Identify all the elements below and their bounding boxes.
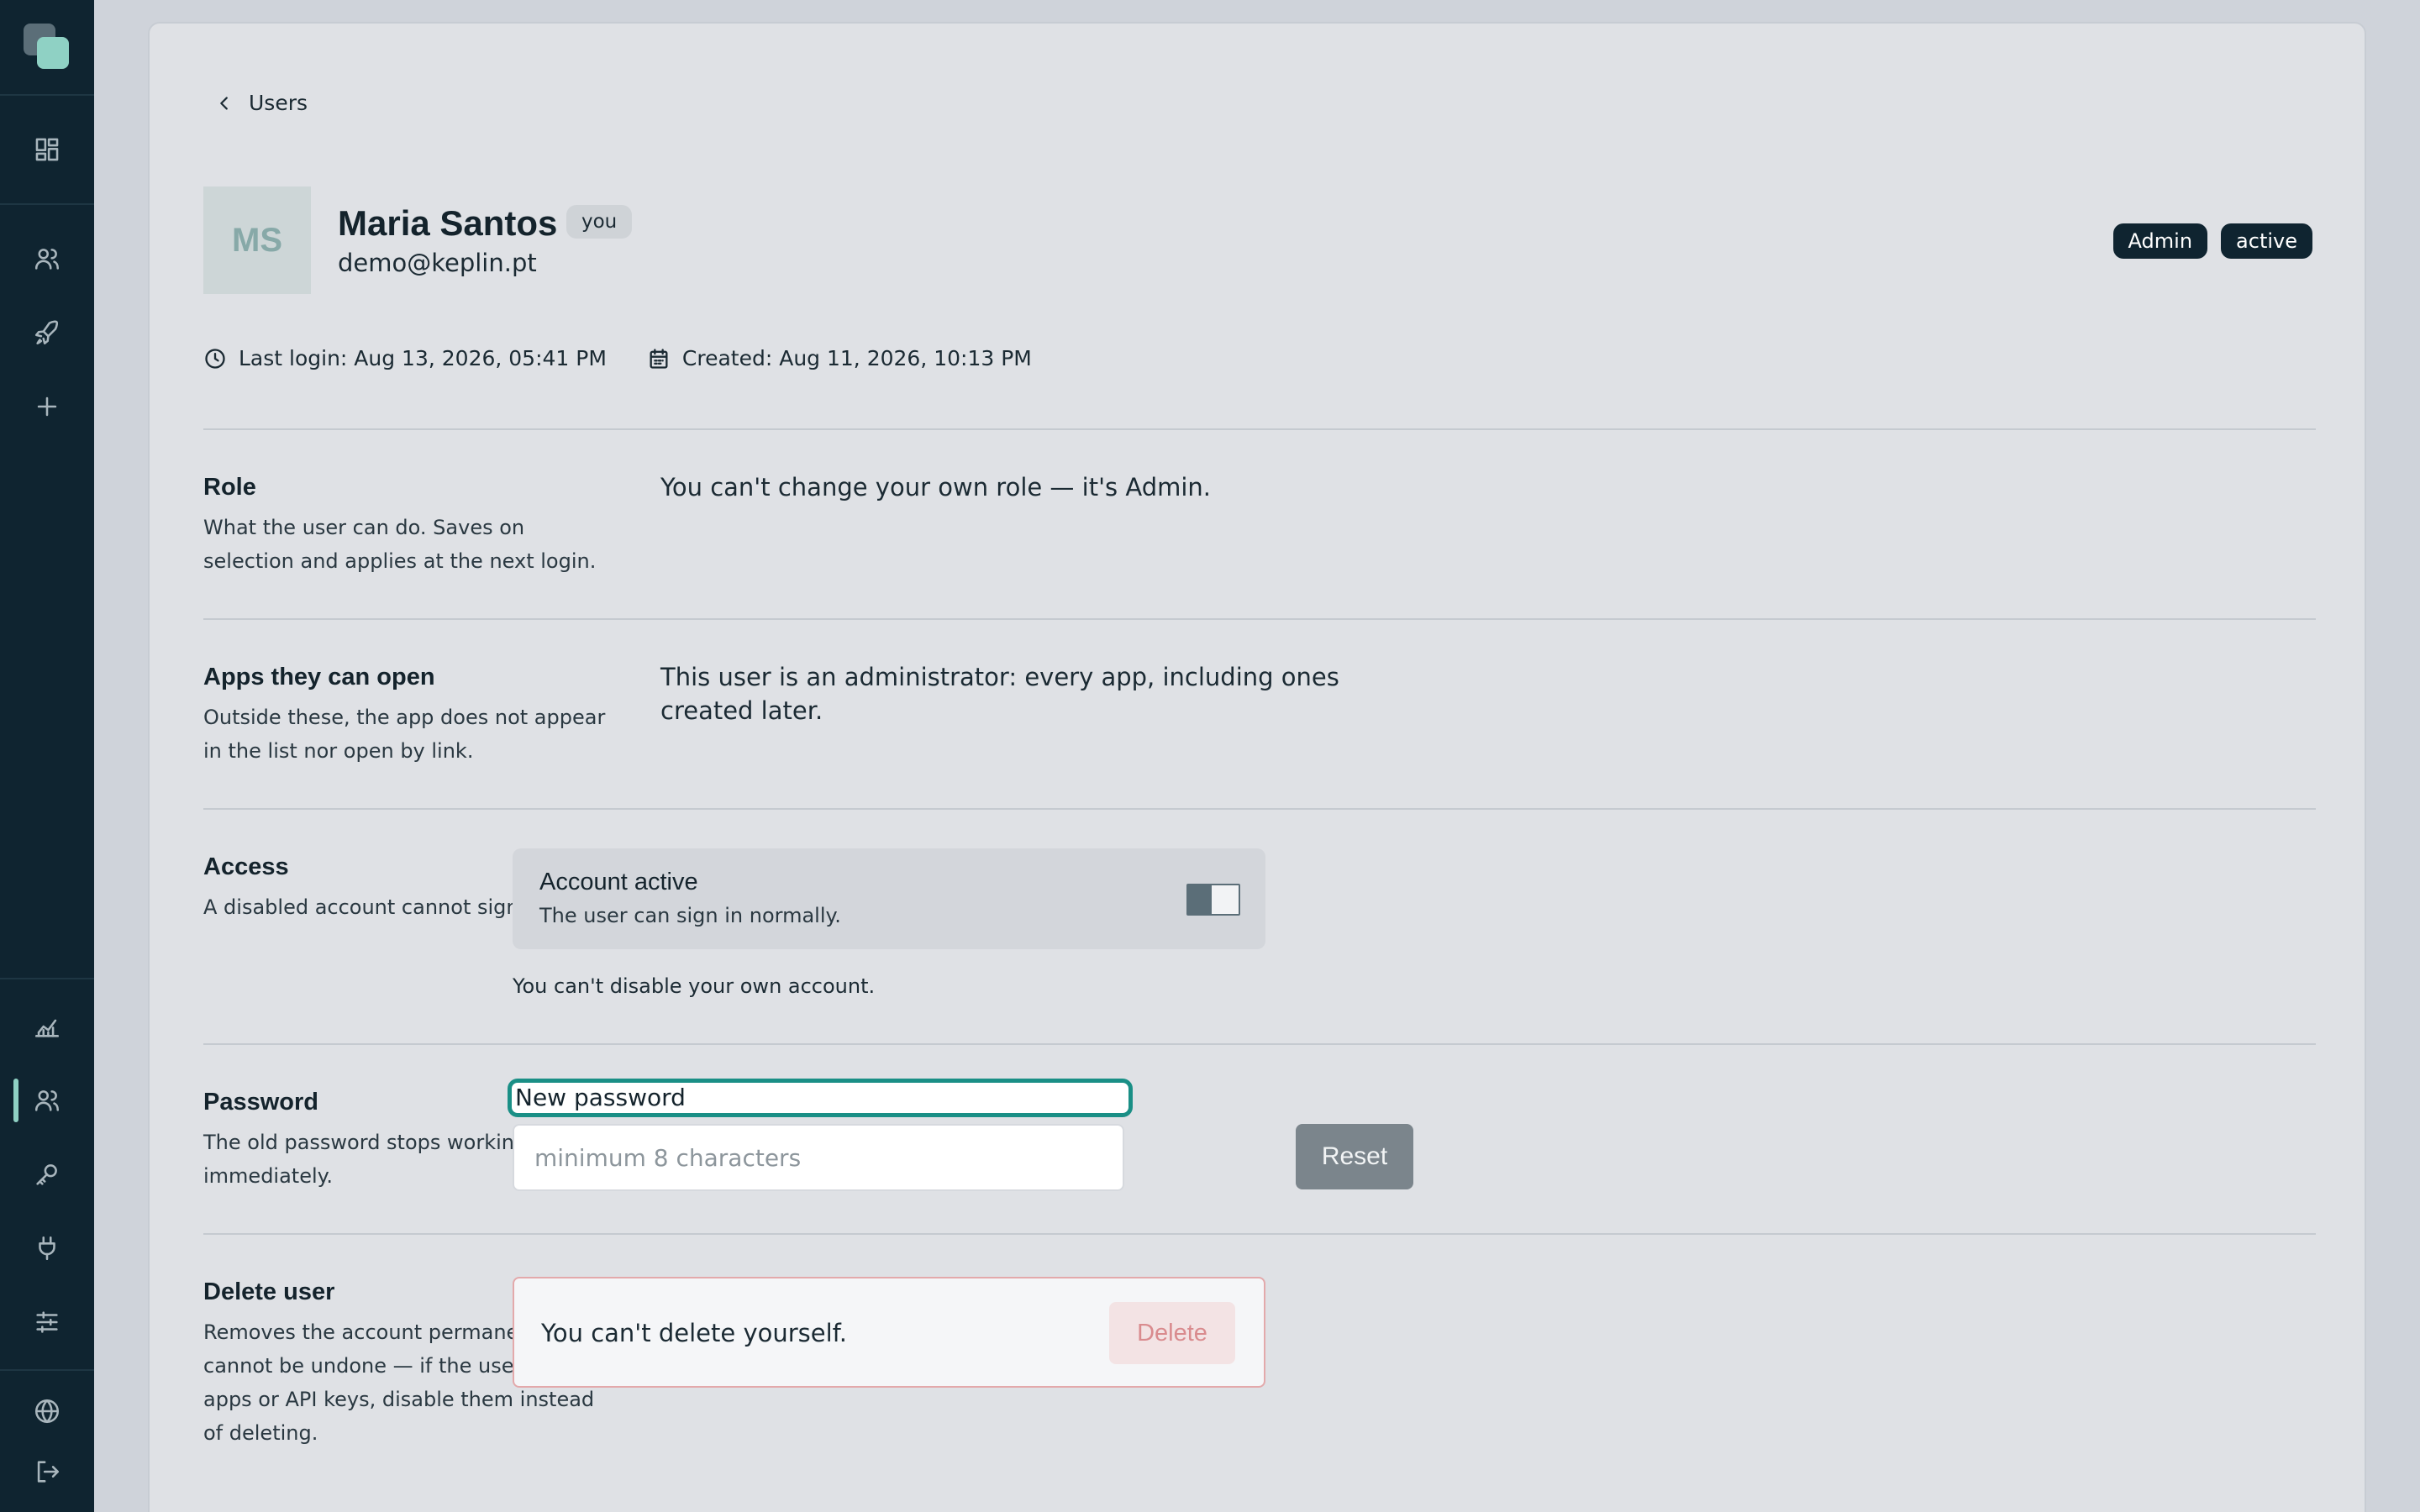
calendar-icon bbox=[650, 348, 668, 369]
avatar: MS bbox=[203, 186, 311, 294]
account-active-toggle[interactable] bbox=[1186, 884, 1240, 916]
plus-icon[interactable] bbox=[29, 388, 66, 425]
active-nav-indicator bbox=[13, 1079, 18, 1122]
globe-icon[interactable] bbox=[29, 1393, 66, 1430]
created-date: Created: Aug 11, 2026, 10:13 PM bbox=[647, 346, 1032, 370]
section-divider bbox=[203, 1233, 2316, 1235]
section-divider bbox=[203, 1043, 2316, 1045]
users-icon[interactable] bbox=[29, 1082, 66, 1119]
sidebar-divider bbox=[0, 203, 94, 205]
role-value: You can't change your own role — it's Ad… bbox=[660, 473, 1212, 501]
access-note: You can't disable your own account. bbox=[513, 974, 876, 998]
account-active-subtitle: The user can sign in normally. bbox=[539, 904, 841, 927]
user-email: demo@keplin.pt bbox=[338, 249, 537, 277]
created-text: Created: Aug 11, 2026, 10:13 PM bbox=[681, 346, 1032, 370]
account-active-title: Account active bbox=[539, 869, 698, 895]
back-label[interactable]: Users bbox=[249, 91, 308, 115]
access-title: Access bbox=[203, 853, 289, 880]
apps-title: Apps they can open bbox=[203, 664, 435, 690]
role-title: Role bbox=[203, 474, 256, 501]
delete-user-button[interactable]: Delete bbox=[1109, 1302, 1235, 1364]
new-password-label: New password bbox=[508, 1079, 1133, 1117]
dashboard-icon[interactable] bbox=[29, 131, 66, 168]
user-detail-card: Users MS Maria Santos you demo@keplin.pt… bbox=[148, 22, 2366, 1512]
analytics-icon[interactable] bbox=[29, 1008, 66, 1045]
section-divider bbox=[203, 808, 2316, 810]
rocket-icon[interactable] bbox=[29, 314, 66, 351]
back-link[interactable]: Users bbox=[215, 91, 308, 115]
reset-password-button[interactable]: Reset bbox=[1296, 1124, 1413, 1189]
status-badges: Admin active bbox=[2112, 223, 2312, 259]
user-meta: Last login: Aug 13, 2026, 05:41 PM Creat… bbox=[203, 346, 1072, 370]
status-badge: active bbox=[2221, 223, 2312, 259]
section-divider bbox=[203, 428, 2316, 430]
account-active-panel: Account active The user can sign in norm… bbox=[513, 848, 1265, 949]
role-badge: Admin bbox=[2112, 223, 2208, 259]
delete-title: Delete user bbox=[203, 1278, 335, 1305]
section-divider bbox=[203, 618, 2316, 620]
user-name: Maria Santos bbox=[338, 203, 558, 243]
delete-message: You can't delete yourself. bbox=[541, 1319, 847, 1347]
delete-panel: You can't delete yourself. Delete bbox=[513, 1277, 1265, 1388]
self-badge: you bbox=[566, 205, 633, 239]
role-description: What the user can do. Saves on selection… bbox=[203, 516, 597, 573]
apps-description: Outside these, the app does not appear i… bbox=[203, 706, 606, 763]
sliders-icon[interactable] bbox=[29, 1304, 66, 1341]
logout-icon[interactable] bbox=[29, 1453, 66, 1490]
sidebar bbox=[0, 0, 94, 1512]
password-title: Password bbox=[203, 1089, 318, 1116]
sidebar-divider bbox=[0, 978, 94, 979]
apps-value: This user is an administrator: every app… bbox=[660, 663, 1339, 725]
users-icon[interactable] bbox=[29, 240, 66, 277]
sidebar-divider bbox=[0, 1369, 94, 1371]
new-password-input[interactable] bbox=[513, 1124, 1124, 1191]
plug-icon[interactable] bbox=[29, 1230, 66, 1267]
last-login-text: Last login: Aug 13, 2026, 05:41 PM bbox=[239, 346, 607, 370]
app-logo[interactable] bbox=[24, 24, 71, 71]
clock-icon bbox=[205, 348, 225, 369]
last-login: Last login: Aug 13, 2026, 05:41 PM bbox=[203, 346, 607, 370]
chevron-left-icon bbox=[220, 96, 228, 110]
sidebar-divider bbox=[0, 94, 94, 96]
key-icon[interactable] bbox=[29, 1156, 66, 1193]
